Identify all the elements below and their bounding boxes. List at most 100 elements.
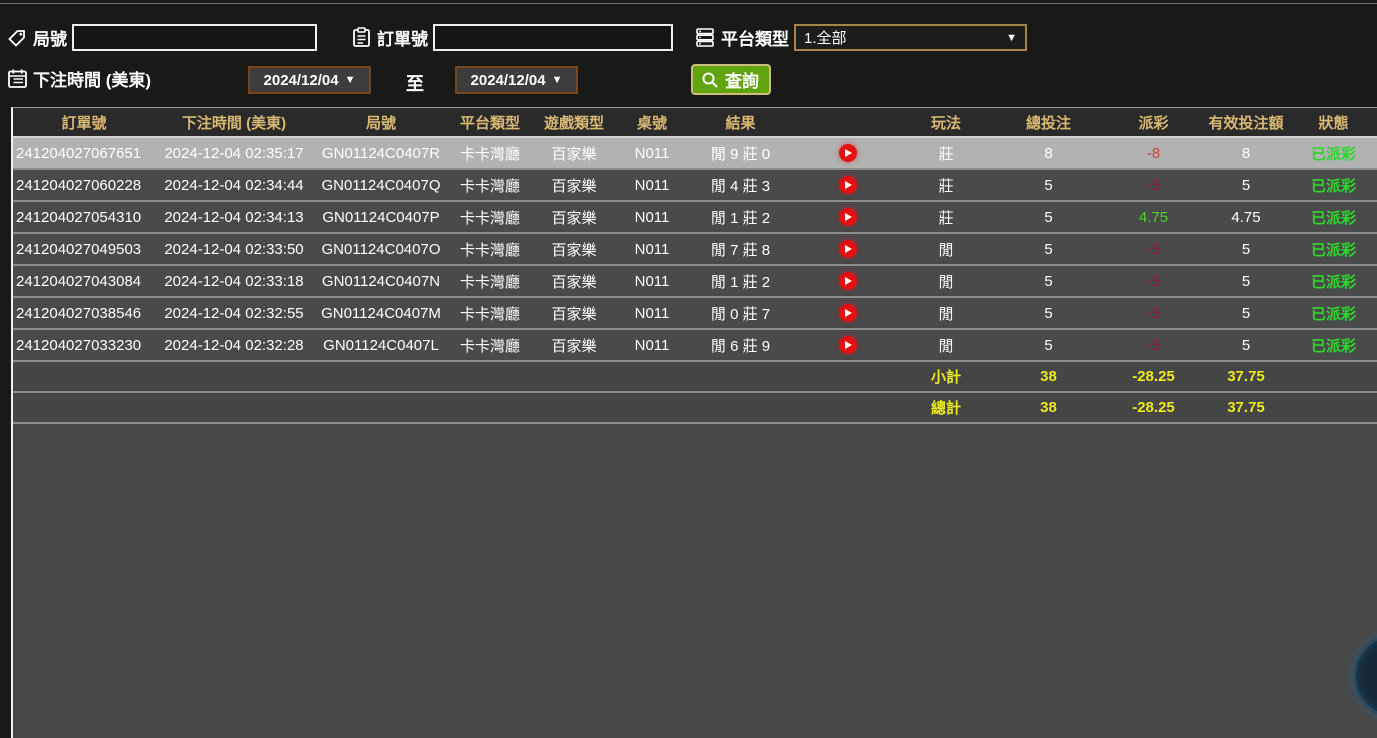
table-cell: 5 xyxy=(1201,234,1291,264)
play-icon[interactable] xyxy=(839,304,857,322)
table-cell: -5 xyxy=(1106,170,1201,200)
table-cell: 閒 xyxy=(901,234,991,264)
play-triangle xyxy=(845,245,852,253)
column-header: 局號 xyxy=(313,108,449,136)
table-cell: 閒 1 莊 2 xyxy=(687,266,794,296)
table-cell xyxy=(687,393,794,422)
table-cell: 5 xyxy=(1201,266,1291,296)
table-row[interactable]: 2412040270385462024-12-04 02:32:55GN0112… xyxy=(13,298,1377,330)
table-cell: 閒 xyxy=(901,330,991,360)
table-cell: -28.25 xyxy=(1106,393,1201,422)
server-stack-icon xyxy=(694,27,716,49)
table-cell: N011 xyxy=(617,298,687,328)
calendar-icon xyxy=(6,68,28,90)
play-icon[interactable] xyxy=(839,272,857,290)
table-cell: N011 xyxy=(617,330,687,360)
tag-icon xyxy=(6,27,28,49)
chevron-down-icon: ▼ xyxy=(345,74,356,86)
platform-type-label: 平台類型 xyxy=(721,25,789,50)
play-triangle xyxy=(845,341,852,349)
table-cell: 5 xyxy=(1201,330,1291,360)
column-header: 派彩 xyxy=(1106,108,1201,136)
table-cell: 百家樂 xyxy=(531,202,617,232)
table-cell: 37.75 xyxy=(1201,393,1291,422)
total-row: 總計38-28.2537.75 xyxy=(13,393,1377,424)
table-cell: N011 xyxy=(617,170,687,200)
table-cell: 5 xyxy=(991,234,1106,264)
table-cell: GN01124C0407P xyxy=(313,202,449,232)
play-icon[interactable] xyxy=(839,208,857,226)
table-cell: 38 xyxy=(991,393,1106,422)
table-cell xyxy=(13,362,155,391)
table-cell: 閒 7 莊 8 xyxy=(687,234,794,264)
table-row[interactable]: 2412040270430842024-12-04 02:33:18GN0112… xyxy=(13,266,1377,298)
round-number-input[interactable] xyxy=(72,24,317,51)
table-cell xyxy=(449,393,531,422)
filter-panel: 局號 訂單號 平台類型 1.全部 ▼ 下注時間 (美東) 2024/12/04 … xyxy=(0,4,1377,107)
table-row[interactable]: 2412040270332302024-12-04 02:32:28GN0112… xyxy=(13,330,1377,362)
play-triangle xyxy=(845,213,852,221)
table-cell: 閒 1 莊 2 xyxy=(687,202,794,232)
table-cell: 閒 xyxy=(901,266,991,296)
column-header: 總投注 xyxy=(991,108,1106,136)
play-triangle xyxy=(845,309,852,317)
table-cell: -5 xyxy=(1106,234,1201,264)
table-cell: 閒 0 莊 7 xyxy=(687,298,794,328)
table-cell: -5 xyxy=(1106,298,1201,328)
table-cell xyxy=(313,393,449,422)
play-icon[interactable] xyxy=(839,240,857,258)
table-cell: 百家樂 xyxy=(531,266,617,296)
table-row[interactable]: 2412040270495032024-12-04 02:33:50GN0112… xyxy=(13,234,1377,266)
column-header: 狀態 xyxy=(1291,108,1376,136)
play-icon[interactable] xyxy=(839,144,857,162)
table-cell: 5 xyxy=(991,170,1106,200)
table-cell: 5 xyxy=(991,298,1106,328)
table-cell: 莊 xyxy=(901,170,991,200)
table-cell: 閒 6 莊 9 xyxy=(687,330,794,360)
table-cell xyxy=(531,393,617,422)
date-from-value: 2024/12/04 xyxy=(264,72,339,89)
table-cell: 8 xyxy=(1201,138,1291,168)
date-from-picker[interactable]: 2024/12/04 ▼ xyxy=(248,66,371,94)
order-number-input[interactable] xyxy=(433,24,673,51)
table-cell xyxy=(155,362,313,391)
table-cell: 37.75 xyxy=(1201,362,1291,391)
table-cell: 8 xyxy=(991,138,1106,168)
column-header: 平台類型 xyxy=(449,108,531,136)
table-cell: 已派彩 xyxy=(1291,138,1376,168)
table-cell: 4.75 xyxy=(1106,202,1201,232)
subtotal-label: 小計 xyxy=(901,362,991,391)
bet-time-label: 下注時間 (美東) xyxy=(33,66,151,91)
table-cell: N011 xyxy=(617,266,687,296)
date-range-to-label: 至 xyxy=(406,70,424,96)
date-to-picker[interactable]: 2024/12/04 ▼ xyxy=(455,66,578,94)
table-cell: 已派彩 xyxy=(1291,170,1376,200)
search-icon xyxy=(699,69,721,91)
table-cell: 已派彩 xyxy=(1291,234,1376,264)
search-button[interactable]: 查詢 xyxy=(691,64,771,95)
table-row[interactable]: 2412040270543102024-12-04 02:34:13GN0112… xyxy=(13,202,1377,234)
table-row[interactable]: 2412040270602282024-12-04 02:34:44GN0112… xyxy=(13,170,1377,202)
round-number-label: 局號 xyxy=(33,25,67,50)
orders-table: 訂單號下注時間 (美東)局號平台類型遊戲類型桌號結果玩法總投注派彩有效投注額狀態… xyxy=(11,107,1377,738)
replay-cell xyxy=(794,138,901,168)
table-cell: 2024-12-04 02:32:28 xyxy=(155,330,313,360)
table-cell: 5 xyxy=(991,330,1106,360)
table-cell: 卡卡灣廳 xyxy=(449,234,531,264)
platform-type-select[interactable]: 1.全部 ▼ xyxy=(794,24,1027,51)
table-cell: N011 xyxy=(617,202,687,232)
table-cell: 已派彩 xyxy=(1291,330,1376,360)
table-cell: 241204027038546 xyxy=(13,298,155,328)
clipboard-icon xyxy=(350,27,372,49)
table-cell: GN01124C0407Q xyxy=(313,170,449,200)
column-header: 桌號 xyxy=(617,108,687,136)
table-cell xyxy=(313,362,449,391)
table-cell xyxy=(1291,362,1376,391)
table-cell: 已派彩 xyxy=(1291,298,1376,328)
play-icon[interactable] xyxy=(839,176,857,194)
play-icon[interactable] xyxy=(839,336,857,354)
table-cell xyxy=(449,362,531,391)
table-cell xyxy=(1291,393,1376,422)
table-row[interactable]: 2412040270676512024-12-04 02:35:17GN0112… xyxy=(13,138,1377,170)
table-cell xyxy=(687,362,794,391)
